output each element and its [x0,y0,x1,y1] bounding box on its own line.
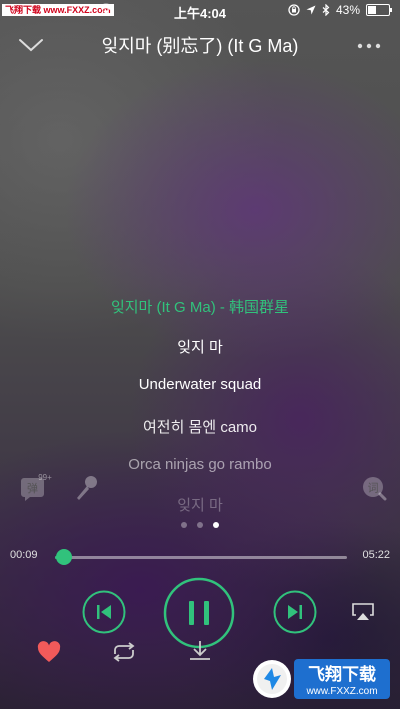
lyric-line: 잊지 마 [177,339,223,356]
word-lyric-button[interactable]: 词 [360,474,388,507]
lyric-line: 여전히 몸엔 camo [142,419,257,436]
progress-thumb[interactable] [55,549,72,565]
watermark-url: www.FXXZ.com [305,686,377,697]
download-icon [190,641,210,660]
more-button[interactable] [354,32,384,58]
airplay-icon [352,603,374,620]
heart-icon [37,641,61,662]
page-dot[interactable] [181,522,187,528]
download-button[interactable] [187,638,213,669]
repeat-icon [113,642,135,662]
location-icon [306,5,316,15]
lyric-song-line: 잊지마 (It G Ma) - 韩国群星 [110,299,290,316]
watermark-bottom-right: 飞翔下载 www.FXXZ.com [250,655,392,703]
bluetooth-icon [322,4,330,16]
lyric-line: 잊지 마 [177,497,223,514]
chevron-down-icon [19,39,43,52]
battery-fill [368,6,377,14]
danmaku-label: 弹 [27,481,38,495]
comment-count-badge: 99+ [38,473,52,482]
more-icon [357,43,381,49]
total-time: 05:22 [362,549,390,561]
lyric-line: Orca ninjas go rambo [128,456,272,473]
previous-button[interactable] [82,590,126,639]
page-dot[interactable] [197,522,203,528]
word-icon: 词 [363,477,387,501]
player-header: 잊지마 (别忘了) (It G Ma) [0,28,400,62]
page-indicator[interactable] [0,522,400,528]
page-dot[interactable] [213,522,219,528]
skip-next-icon [273,590,317,634]
status-right-group: 43% [288,3,392,17]
lyric-line: Underwater squad [138,376,262,393]
watermark-brand: 飞翔下载 [308,664,376,685]
danmaku-icon: 弹 99+ [21,473,52,501]
progress-slider[interactable] [55,549,347,565]
battery-percent: 43% [335,3,360,17]
battery-icon [366,4,392,16]
skip-previous-icon [82,590,126,634]
airplay-button[interactable] [350,600,376,629]
fxxz-logo-icon: 飞翔下载 www.FXXZ.com [253,659,390,699]
song-title: 잊지마 (别忘了) (It G Ma) [101,36,299,56]
repeat-mode-button[interactable] [110,640,138,669]
sing-along-button[interactable] [72,474,100,507]
next-button[interactable] [273,590,317,639]
current-time: 00:09 [10,549,38,561]
microphone-icon [77,476,97,500]
orientation-lock-icon [288,4,300,16]
like-button[interactable] [36,640,62,669]
danmaku-comment-button[interactable]: 弹 99+ [18,472,58,509]
word-label: 词 [368,482,379,495]
status-bar: 飞翔下载 www.FXXZ.com 上午4:04 43% [0,0,400,21]
collapse-button[interactable] [16,32,46,58]
